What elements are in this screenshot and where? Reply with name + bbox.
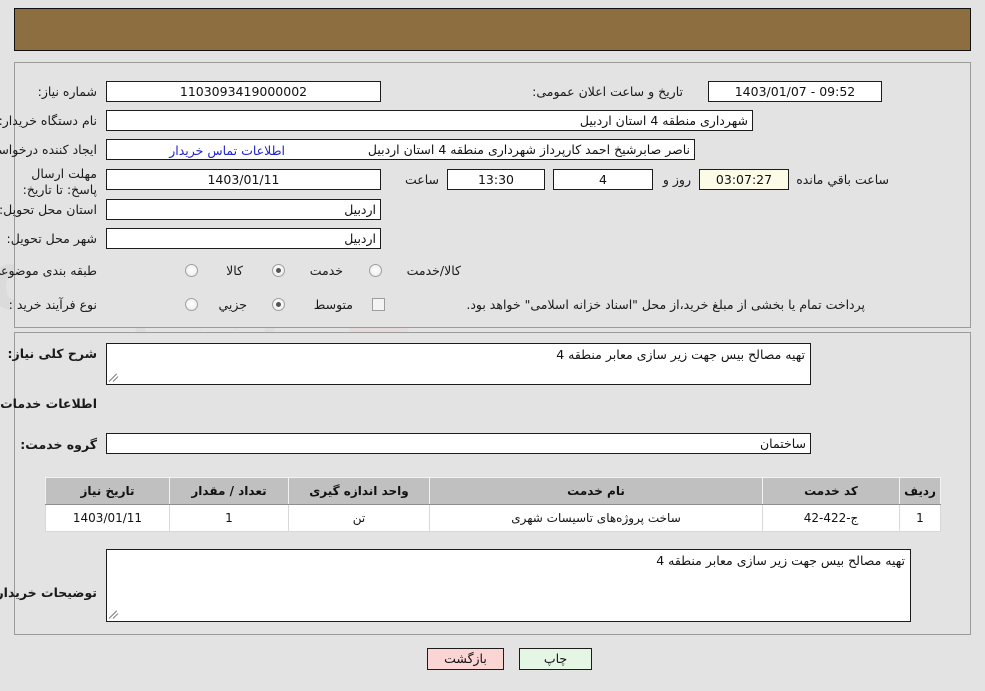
cell-service-code: ج-422-42 <box>762 504 900 532</box>
countdown-label: ساعت باقي مانده <box>796 172 889 187</box>
deadline-hour-label: ساعت <box>404 172 439 187</box>
process-label: نوع فرآیند خرید : <box>8 297 97 312</box>
general-desc-textarea[interactable]: تهیه مصالح بیس جهت زیر سازی معابر منطقه … <box>106 343 811 385</box>
radio-process-minor[interactable] <box>185 298 198 311</box>
col-service-name: نام خدمت <box>429 477 763 505</box>
buyer-notes-label: توضیحات خریدار: <box>0 585 97 600</box>
delivery-city-label: شهر محل تحویل: <box>6 231 97 246</box>
category-label: طبقه بندی موضوعی: <box>0 263 97 278</box>
resize-grip-icon <box>108 608 121 620</box>
col-row-no: ردیف <box>899 477 941 505</box>
need-number-value: 1103093419000002 <box>106 81 381 102</box>
radio-category-service-label: خدمت <box>309 263 343 278</box>
radio-category-goods-service[interactable] <box>369 264 382 277</box>
radio-category-goods-label: کالا <box>226 263 243 278</box>
general-desc-label: شرح کلی نیاز: <box>7 346 97 361</box>
tender-detail-page: AriaTender.net جزئیات اطلاعات نیاز شماره… <box>0 0 985 691</box>
table-row[interactable]: 1 ج-422-42 ساخت پروژه‌های تاسیسات شهری ت… <box>45 504 941 532</box>
delivery-province-label: استان محل تحویل: <box>0 202 97 217</box>
radio-category-goods[interactable] <box>185 264 198 277</box>
countdown-value: 03:07:27 <box>699 169 789 190</box>
services-table: ردیف کد خدمت نام خدمت واحد اندازه گیری ت… <box>45 477 941 532</box>
cell-service-name: ساخت پروژه‌های تاسیسات شهری <box>429 504 763 532</box>
deadline-date-value: 1403/01/11 <box>106 169 381 190</box>
cell-row-no: 1 <box>899 504 941 532</box>
radio-process-minor-label: جزیي <box>218 297 247 312</box>
announce-datetime-value: 09:52 - 1403/01/07 <box>708 81 882 102</box>
need-number-label: شماره نیاز: <box>37 84 97 99</box>
radio-process-medium[interactable] <box>272 298 285 311</box>
delivery-city-value: اردبیل <box>106 228 381 249</box>
radio-category-goods-service-label: کالا/خدمت <box>406 263 461 278</box>
resize-grip-icon <box>108 371 121 383</box>
print-button[interactable]: چاپ <box>519 648 592 670</box>
treasury-bond-label: پرداخت تمام یا بخشی از مبلغ خرید،از محل … <box>466 297 865 312</box>
col-need-date: تاریخ نیاز <box>45 477 170 505</box>
services-section-title: اطلاعات خدمات مورد نیاز <box>0 396 97 411</box>
back-button[interactable]: بازگشت <box>427 648 504 670</box>
treasury-bond-checkbox[interactable] <box>372 298 385 311</box>
page-header-bar <box>14 8 971 51</box>
deadline-label: مهلت ارسال پاسخ: تا تاریخ: <box>22 166 97 197</box>
col-service-code: کد خدمت <box>762 477 900 505</box>
buyer-org-label: نام دستگاه خریدار: <box>0 113 97 128</box>
days-remaining-value: 4 <box>553 169 653 190</box>
service-group-value: ساختمان <box>106 433 811 454</box>
radio-process-medium-label: متوسط <box>313 297 353 312</box>
delivery-province-value: اردبیل <box>106 199 381 220</box>
buyer-notes-textarea[interactable]: تهیه مصالح بیس جهت زیر سازی معابر منطقه … <box>106 549 911 622</box>
table-header-row: ردیف کد خدمت نام خدمت واحد اندازه گیری ت… <box>45 477 941 505</box>
col-quantity: تعداد / مقدار <box>169 477 289 505</box>
general-desc-value: تهیه مصالح بیس جهت زیر سازی معابر منطقه … <box>556 347 805 362</box>
buyer-notes-value: تهیه مصالح بیس جهت زیر سازی معابر منطقه … <box>656 553 905 568</box>
cell-need-date: 1403/01/11 <box>45 504 170 532</box>
days-remaining-label: روز و <box>662 172 691 187</box>
buyer-contact-link[interactable]: اطلاعات تماس خریدار <box>169 143 285 158</box>
buyer-org-value: شهرداری منطقه 4 استان اردبیل <box>106 110 753 131</box>
radio-category-service[interactable] <box>272 264 285 277</box>
cell-quantity: 1 <box>169 504 289 532</box>
service-group-label: گروه خدمت: <box>20 437 97 452</box>
requester-label: ایجاد کننده درخواست: <box>0 142 97 157</box>
deadline-time-value: 13:30 <box>447 169 545 190</box>
announce-datetime-label: تاریخ و ساعت اعلان عمومی: <box>532 84 683 99</box>
col-unit: واحد اندازه گیری <box>288 477 430 505</box>
cell-unit: تن <box>288 504 430 532</box>
